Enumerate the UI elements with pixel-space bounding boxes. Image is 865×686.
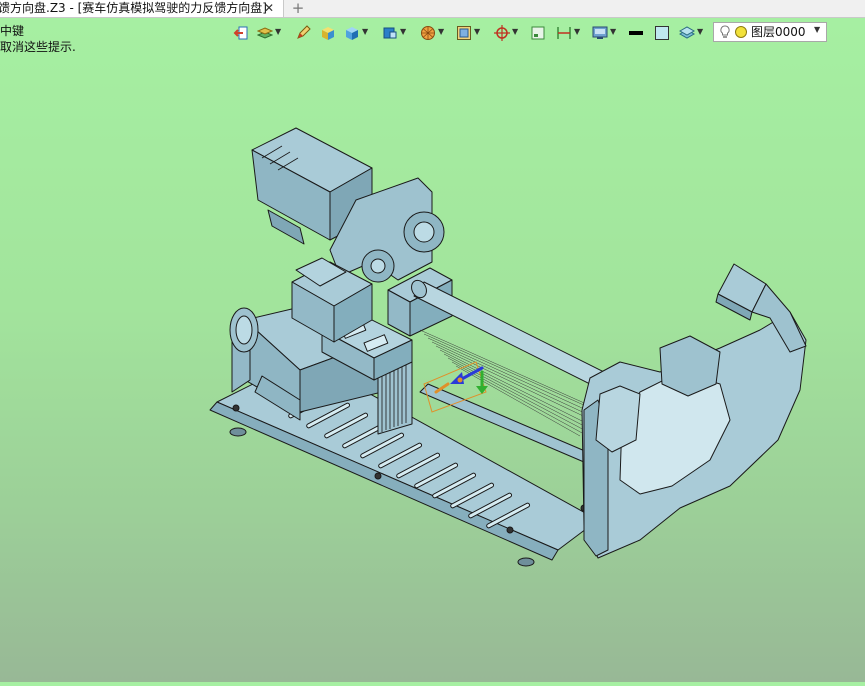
display-icon [592, 26, 608, 39]
target-button[interactable]: ▼ [494, 24, 522, 42]
layers-button[interactable]: ▼ [257, 24, 285, 42]
box-icon [322, 27, 334, 40]
layer-selector[interactable]: 图层0000 ▼ [713, 22, 827, 42]
tab-bar: 馈方向盘.Z3 - [赛车仿真模拟驾驶的力反馈方向盘] ✕ + [0, 0, 865, 18]
sphere-button[interactable]: ▼ [420, 24, 448, 42]
display-button[interactable]: ▼ [592, 24, 620, 42]
display-dropdown-icon[interactable]: ▼ [610, 27, 616, 36]
target-icon [494, 25, 510, 41]
dimension-icon [557, 27, 571, 39]
view-toolbar: ▼ ▼ ▼ ▼ ▼ ▼ ▼ ▼ ▼ [230, 23, 710, 43]
target-dropdown-icon[interactable]: ▼ [512, 27, 518, 36]
hint-line-1: 中键 [0, 24, 25, 38]
plane-icon [679, 26, 695, 39]
layers-icon [257, 27, 273, 39]
layer-dropdown-icon[interactable]: ▼ [814, 25, 820, 34]
sphere-icon [421, 26, 435, 40]
frame-button[interactable]: ▼ [456, 24, 484, 42]
cube-button[interactable]: ▼ [344, 24, 372, 42]
frame-dropdown-icon[interactable]: ▼ [474, 27, 480, 36]
sphere-dropdown-icon[interactable]: ▼ [438, 27, 444, 36]
steering-wheel-grip [581, 311, 807, 559]
add-tab-icon[interactable]: + [290, 0, 306, 17]
view-cube-icon [383, 27, 397, 39]
document-tab[interactable]: 馈方向盘.Z3 - [赛车仿真模拟驾驶的力反馈方向盘] ✕ [0, 0, 284, 17]
layer-color-icon[interactable] [735, 26, 747, 38]
pen-icon [297, 25, 311, 39]
dimension-button[interactable]: ▼ [556, 24, 584, 42]
cube-dropdown-icon[interactable]: ▼ [362, 27, 368, 36]
cube-icon [346, 27, 358, 40]
square-icon [531, 26, 545, 40]
steering-wheel-model [209, 127, 807, 567]
close-tab-icon[interactable]: ✕ [262, 0, 276, 17]
view-cube-dropdown-icon[interactable]: ▼ [400, 27, 406, 36]
document-tab-title: 馈方向盘.Z3 - [赛车仿真模拟驾驶的力反馈方向盘] [0, 1, 267, 15]
exit-icon [233, 26, 248, 40]
3d-viewport[interactable] [0, 44, 865, 682]
plane-button[interactable]: ▼ [679, 24, 707, 42]
dimension-dropdown-icon[interactable]: ▼ [574, 27, 580, 36]
plane-dropdown-icon[interactable]: ▼ [697, 27, 703, 36]
view-cube-button[interactable]: ▼ [382, 24, 410, 42]
left-bearing [229, 307, 259, 353]
fill-color-icon [655, 26, 669, 40]
lightbulb-icon[interactable] [719, 25, 731, 39]
frame-icon [457, 26, 471, 40]
layers-dropdown-icon[interactable]: ▼ [275, 27, 281, 36]
layer-name: 图层0000 [751, 25, 806, 39]
line-color-icon [629, 31, 643, 35]
